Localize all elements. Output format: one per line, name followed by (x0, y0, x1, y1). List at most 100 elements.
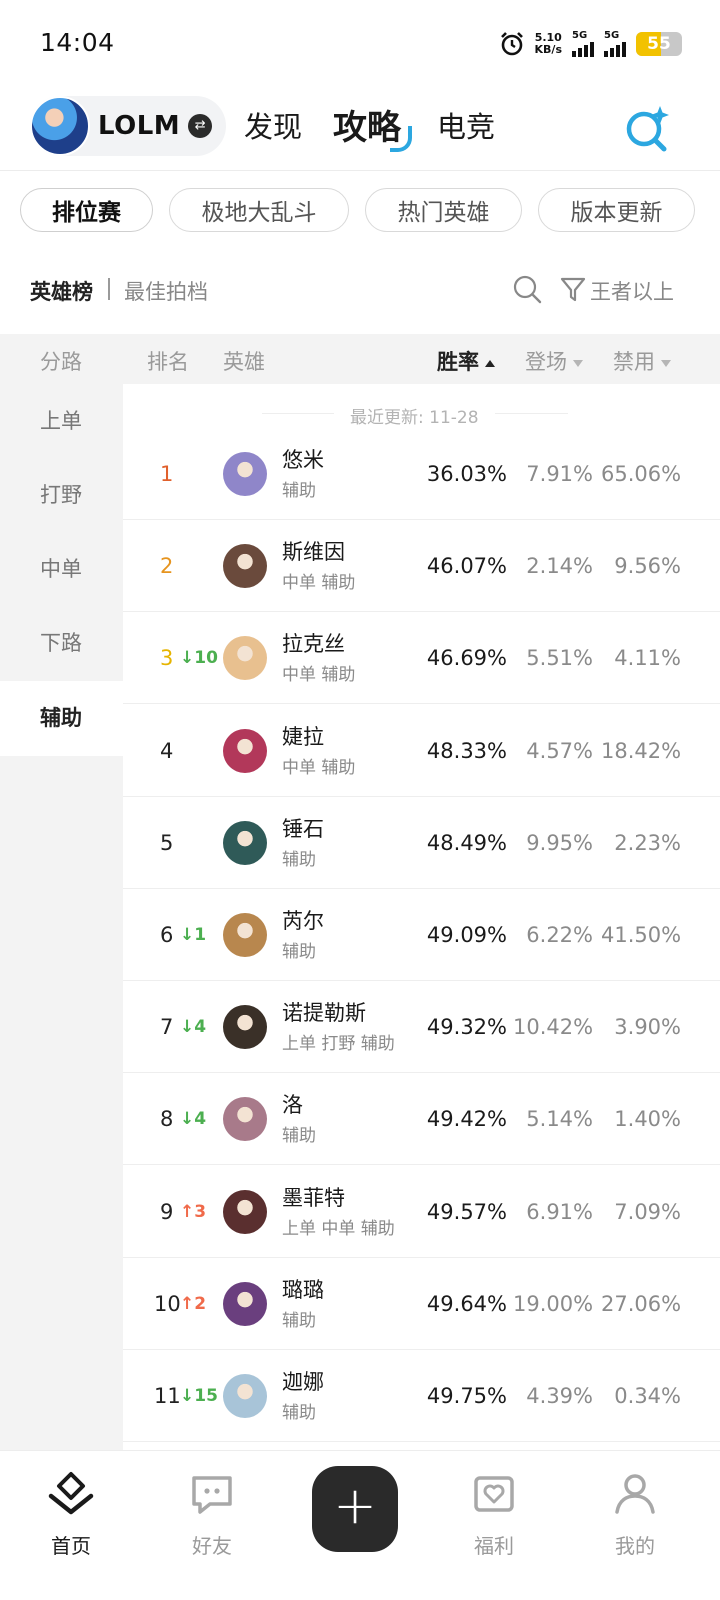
avatar (223, 728, 267, 773)
nav-home[interactable]: 首页 (11, 1470, 131, 1559)
subtab-best-partner[interactable]: 最佳拍档 (124, 276, 208, 306)
hero-name: 拉克丝 (282, 632, 345, 657)
hero-lanes: 上单 打野 辅助 (282, 1034, 395, 1055)
net-speed: 5.10 KB/s (534, 31, 562, 56)
battery-icon: 55 (636, 32, 682, 56)
rank-number: 10 (154, 1291, 181, 1316)
ban-rate: 9.56% (614, 554, 681, 579)
table-row[interactable]: 2 斯维因 中单 辅助 46.07% 2.14% 9.56% (123, 520, 720, 613)
avatar (223, 913, 267, 957)
rank-change-down: ↓15 (180, 1386, 218, 1406)
sort-desc-icon (661, 359, 671, 367)
table-row[interactable]: 3 ↓10 拉克丝 中单 辅助 46.69% 5.51% 4.11% (123, 612, 720, 705)
table-row[interactable]: 9 ↑3 墨菲特 上单 中单 辅助 49.57% 6.91% 7.09% (123, 1166, 720, 1258)
lane-mid[interactable]: 中单 (0, 532, 123, 606)
win-rate: 48.49% (426, 830, 507, 855)
table-row[interactable]: 11 ↓15 迦娜 辅助 49.75% 4.39% 0.34% (123, 1350, 720, 1442)
avatar (223, 1281, 267, 1326)
nav-friends[interactable]: 好友 (152, 1470, 272, 1559)
chip-aram[interactable]: 极地大乱斗 (169, 188, 349, 232)
arrow-up-icon: ↑ (180, 1201, 195, 1222)
arrow-down-icon: ↓ (180, 1017, 195, 1038)
search-icon[interactable] (512, 274, 542, 304)
header-divider (0, 170, 720, 171)
win-rate: 49.64% (426, 1291, 507, 1316)
avatar (223, 1005, 267, 1050)
ban-rate: 3.90% (614, 1015, 681, 1040)
filter-icon[interactable] (560, 276, 586, 304)
signal-icon: 5G (604, 30, 626, 57)
rank-filter[interactable]: 王者以上 (590, 276, 674, 306)
win-rate: 49.42% (426, 1107, 507, 1132)
tab-discover[interactable]: 发现 (244, 104, 302, 146)
hero-name: 诺提勒斯 (282, 1001, 366, 1026)
status-icons: 5.10 KB/s 5G 5G 55 (499, 26, 682, 62)
nav-profile[interactable]: 我的 (575, 1470, 695, 1559)
win-rate: 49.32% (426, 1015, 507, 1040)
win-rate: 46.07% (426, 554, 507, 579)
sort-desc-icon (573, 359, 583, 367)
rank-number: 5 (160, 830, 174, 855)
ban-rate: 1.40% (614, 1107, 681, 1132)
win-rate: 49.09% (426, 923, 507, 947)
avatar (223, 1189, 267, 1234)
home-icon (48, 1472, 94, 1515)
hero-name: 悠米 (282, 448, 324, 472)
pick-rate: 6.22% (526, 923, 593, 947)
hero-name: 迦娜 (282, 1370, 324, 1394)
rank-change-down: ↓4 (180, 1109, 207, 1130)
table-row[interactable]: 8 ↓4 洛辅助 49.42% 5.14% 1.40% (123, 1073, 720, 1166)
hero-name: 墨菲特 (282, 1185, 345, 1210)
active-tab-indicator (390, 126, 412, 152)
pick-rate: 4.57% (526, 738, 593, 763)
sort-ban-rate[interactable]: 禁用 (613, 346, 671, 376)
game-name: LOLM (98, 111, 181, 141)
ai-search-icon[interactable] (624, 104, 672, 152)
hero-lanes: 辅助 (282, 481, 316, 501)
ban-rate: 27.06% (601, 1291, 682, 1316)
tab-esports[interactable]: 电竞 (437, 104, 495, 146)
arrow-down-icon: ↓ (180, 648, 195, 669)
chip-ranked[interactable]: 排位赛 (20, 188, 153, 232)
table-row[interactable]: 1 悠米 辅助 36.03% 7.91% 65.06% (123, 428, 720, 520)
rank-number: 2 (160, 554, 174, 579)
create-post-button[interactable]: + (312, 1466, 398, 1552)
game-switcher[interactable]: LOLM ⇄ (30, 96, 226, 156)
pick-rate: 10.42% (513, 1015, 594, 1040)
nav-rewards[interactable]: 福利 (434, 1470, 554, 1559)
ban-rate: 65.06% (601, 462, 682, 486)
alarm-icon (500, 32, 523, 56)
arrow-down-icon: ↓ (180, 925, 195, 945)
hero-lanes: 辅助 (282, 1403, 316, 1423)
avatar (223, 452, 267, 496)
switch-icon: ⇄ (188, 114, 213, 138)
chip-patch-notes[interactable]: 版本更新 (538, 188, 695, 232)
rank-number: 9 (160, 1199, 174, 1224)
hero-name: 斯维因 (282, 540, 345, 565)
sort-pick-rate[interactable]: 登场 (525, 346, 583, 376)
rank-number: 1 (160, 462, 174, 486)
update-time: 最近更新: 11-28 (334, 403, 495, 428)
pick-rate: 4.39% (526, 1384, 593, 1408)
table-row[interactable]: 7 ↓4 诺提勒斯 上单 打野 辅助 49.32% 10.42% 3.90% (123, 981, 720, 1074)
rank-change-down: ↓1 (180, 925, 207, 945)
lane-top[interactable]: 上单 (0, 384, 123, 458)
hero-name: 璐璐 (282, 1277, 324, 1302)
hero-name: 洛 (282, 1093, 303, 1118)
win-rate: 46.69% (426, 646, 507, 671)
table-row[interactable]: 4 婕拉 中单 辅助 48.33% 4.57% 18.42% (123, 705, 720, 797)
rank-number: 7 (160, 1015, 174, 1040)
chip-hot-heroes[interactable]: 热门英雄 (365, 188, 522, 232)
sort-win-rate[interactable]: 胜率 (437, 346, 495, 376)
table-row[interactable]: 6 ↓1 芮尔 辅助 49.09% 6.22% 41.50% (123, 889, 720, 981)
avatar (223, 544, 267, 589)
table-row[interactable]: 5 锤石 辅助 48.49% 9.95% 2.23% (123, 797, 720, 889)
lane-support[interactable]: 辅助 (0, 681, 123, 756)
ban-rate: 4.11% (614, 646, 681, 671)
lane-jungle[interactable]: 打野 (0, 458, 123, 532)
lane-bot[interactable]: 下路 (0, 606, 123, 680)
profile-icon (615, 1474, 655, 1514)
table-row[interactable]: 10 ↑2 璐璐 辅助 49.64% 19.00% 27.06% (123, 1258, 720, 1350)
subtab-hero-ranking[interactable]: 英雄榜 (30, 276, 93, 306)
hero-lanes: 辅助 (282, 1310, 316, 1331)
